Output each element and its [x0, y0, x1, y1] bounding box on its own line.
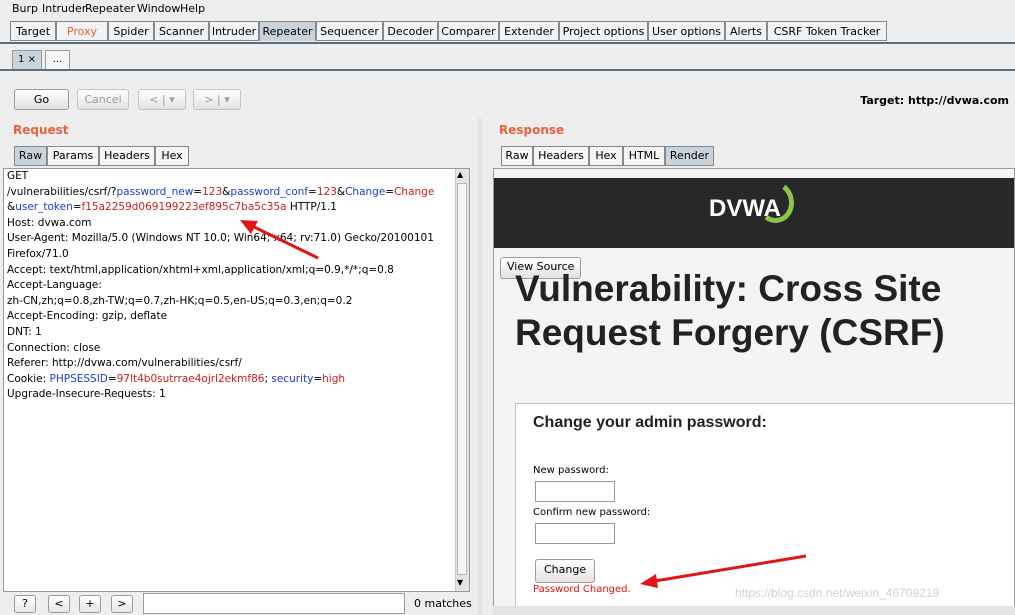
request-line: Host: dvwa.com: [7, 216, 92, 229]
search-add-button[interactable]: +: [79, 595, 101, 613]
tab-underline: [0, 42, 1015, 44]
confirm-password-input[interactable]: [535, 523, 615, 544]
scroll-down-icon[interactable]: ▼: [457, 578, 463, 587]
request-line: Referer: http://dvwa.com/vulnerabilities…: [7, 357, 242, 370]
menu-window[interactable]: Window: [137, 2, 180, 15]
tab-user-options[interactable]: User options: [648, 21, 725, 41]
tab-sequencer[interactable]: Sequencer: [316, 21, 383, 41]
change-button[interactable]: Change: [535, 559, 596, 583]
help-button[interactable]: ?: [14, 595, 36, 613]
tab-comparer[interactable]: Comparer: [438, 21, 499, 41]
scroll-up-icon[interactable]: ▲: [457, 170, 463, 179]
menu-help[interactable]: Help: [180, 2, 205, 15]
search-prev-button[interactable]: <: [48, 595, 70, 613]
repeater-tab-1[interactable]: 1 ×: [12, 50, 42, 70]
request-line: zh-CN,zh;q=0.8,zh-TW;q=0.7,zh-HK;q=0.5,e…: [7, 294, 353, 307]
request-editor[interactable]: GET /vulnerabilities/csrf/?password_new=…: [3, 168, 470, 592]
request-line: Accept: text/html,application/xhtml+xml,…: [7, 263, 394, 276]
request-line: User-Agent: Mozilla/5.0 (Windows NT 10.0…: [7, 232, 434, 245]
request-line: Firefox/71.0: [7, 248, 69, 260]
request-line: Cookie: PHPSESSID=97lt4b0sutrrae4ojrl2ek…: [7, 372, 346, 385]
response-tab-render[interactable]: Render: [665, 146, 714, 166]
request-line: Connection: close: [7, 341, 101, 354]
tab-project-options[interactable]: Project options: [559, 21, 648, 41]
menu-intruder[interactable]: Intruder: [42, 2, 86, 15]
go-button[interactable]: Go: [14, 89, 69, 110]
page-heading: Vulnerability: Cross Site Request Forger…: [515, 268, 945, 353]
request-tab-hex[interactable]: Hex: [155, 146, 189, 166]
menu-burp[interactable]: Burp: [12, 2, 38, 15]
back-button[interactable]: < | ▾: [138, 89, 186, 110]
watermark: https://blog.csdn.net/weixin_46709219: [735, 586, 940, 600]
tab-csrf-token-tracker[interactable]: CSRF Token Tracker: [767, 21, 887, 41]
request-line: Accept-Encoding: gzip, deflate: [7, 310, 168, 323]
target-label: Target: http://dvwa.com: [860, 94, 1009, 107]
response-tab-hex[interactable]: Hex: [589, 146, 623, 166]
menu-repeater[interactable]: Repeater: [85, 2, 135, 15]
request-tab-raw[interactable]: Raw: [14, 146, 47, 166]
tab-proxy[interactable]: Proxy: [56, 21, 108, 41]
tab-spider[interactable]: Spider: [108, 21, 154, 41]
tab-extender[interactable]: Extender: [499, 21, 559, 41]
dvwa-header: DVWA: [494, 178, 1014, 248]
tab-intruder[interactable]: Intruder: [209, 21, 259, 41]
search-next-button[interactable]: >: [111, 595, 133, 613]
menu-bar: Burp Intruder Repeater Window Help: [0, 0, 1015, 18]
request-line: Accept-Language:: [7, 279, 102, 292]
tab-target[interactable]: Target: [10, 21, 56, 41]
response-title: Response: [499, 123, 565, 137]
pane-divider[interactable]: [478, 118, 482, 615]
tab-repeater[interactable]: Repeater: [259, 21, 316, 41]
tab-scanner[interactable]: Scanner: [154, 21, 209, 41]
request-tab-headers[interactable]: Headers: [99, 146, 155, 166]
request-title: Request: [13, 123, 69, 137]
change-password-form: Change your admin password: New password…: [515, 403, 1014, 607]
request-line: /vulnerabilities/csrf/?password_new=123&…: [7, 185, 435, 198]
request-line: GET: [7, 170, 29, 182]
tab-decoder[interactable]: Decoder: [383, 21, 438, 41]
new-password-input[interactable]: [535, 481, 615, 502]
match-count: 0 matches: [414, 597, 472, 610]
search-input[interactable]: [143, 593, 405, 614]
request-tab-params[interactable]: Params: [47, 146, 99, 166]
response-tab-html[interactable]: HTML: [623, 146, 665, 166]
response-hscrollbar[interactable]: [493, 606, 1015, 615]
status-message: Password Changed.: [533, 584, 631, 595]
response-tab-headers[interactable]: Headers: [533, 146, 589, 166]
request-line: &user_token=f15a2259d069199223ef895c7ba5…: [7, 201, 337, 214]
forward-button[interactable]: > | ▾: [193, 89, 241, 110]
response-tab-raw[interactable]: Raw: [501, 146, 533, 166]
tab-alerts[interactable]: Alerts: [725, 21, 767, 41]
new-password-label: New password:: [533, 465, 609, 476]
confirm-password-label: Confirm new password:: [533, 507, 651, 518]
request-scroll-thumb[interactable]: [457, 183, 467, 575]
cancel-button[interactable]: Cancel: [77, 89, 129, 110]
request-line: Upgrade-Insecure-Requests: 1: [7, 388, 166, 401]
repeater-tab-more[interactable]: ...: [45, 50, 70, 70]
repeater-tab-underline: [0, 69, 1015, 71]
form-title: Change your admin password:: [533, 414, 767, 431]
response-render-view: DVWA View Source Vulnerability: Cross Si…: [493, 168, 1015, 608]
request-line: DNT: 1: [7, 326, 42, 338]
